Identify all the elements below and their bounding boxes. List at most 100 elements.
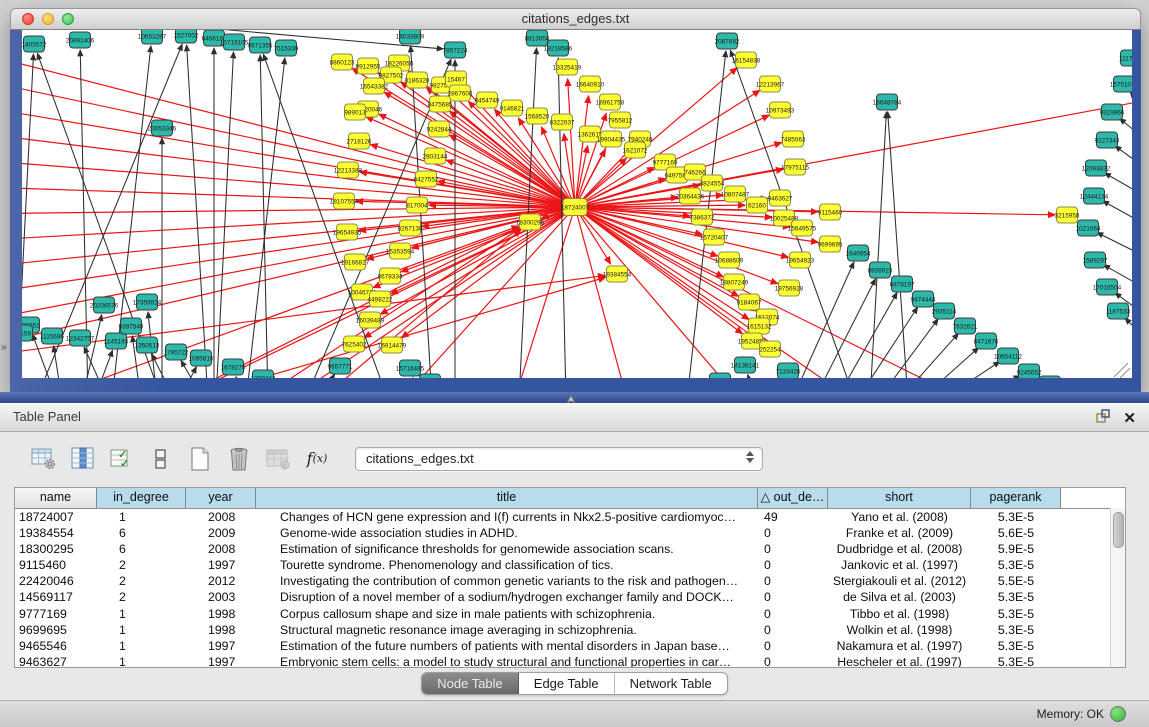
yellow-node[interactable]: 18107554 bbox=[330, 193, 359, 209]
teal-node[interactable]: 10719105 bbox=[220, 34, 249, 50]
teal-node[interactable]: 1350513 bbox=[135, 337, 160, 353]
yellow-node[interactable]: 7955812 bbox=[608, 112, 633, 128]
citation-edge-red[interactable] bbox=[52, 227, 519, 378]
column-header-pagerank[interactable]: pagerank bbox=[971, 488, 1061, 508]
citation-edge-red[interactable] bbox=[575, 207, 788, 257]
scrollbar-thumb[interactable] bbox=[1113, 512, 1124, 548]
citation-edge-black[interactable] bbox=[792, 262, 854, 378]
yellow-node[interactable]: 1568520 bbox=[525, 108, 550, 124]
teal-node[interactable]: 1527002 bbox=[174, 30, 199, 43]
teal-node[interactable]: 2935114 bbox=[932, 303, 957, 319]
yellow-node[interactable]: 15720407 bbox=[700, 229, 729, 245]
teal-node[interactable]: 6879197 bbox=[890, 276, 915, 292]
teal-node[interactable]: 1405572 bbox=[22, 36, 47, 52]
zoom-window-button[interactable] bbox=[62, 13, 74, 25]
citation-edge-black[interactable] bbox=[1120, 118, 1132, 142]
teal-node[interactable]: 1021064 bbox=[1076, 220, 1101, 236]
yellow-node[interactable]: 16154838 bbox=[732, 52, 761, 68]
citation-edge-red[interactable] bbox=[22, 207, 575, 354]
minimize-window-button[interactable] bbox=[42, 13, 54, 25]
new-document-icon[interactable] bbox=[186, 445, 214, 472]
teal-node[interactable]: 9227343 bbox=[1095, 132, 1120, 148]
teal-node[interactable]: 1187533 bbox=[1106, 303, 1131, 319]
teal-node[interactable]: 10654112 bbox=[994, 348, 1022, 364]
teal-node[interactable]: 7515339 bbox=[274, 40, 299, 56]
resize-grip-icon[interactable] bbox=[1114, 363, 1128, 377]
yellow-node[interactable]: 8322037 bbox=[550, 114, 575, 130]
yellow-node[interactable]: 8186328 bbox=[405, 72, 430, 88]
table-row[interactable]: 1456911722003Disruption of a novel membe… bbox=[15, 589, 1125, 605]
citation-edge-black[interactable] bbox=[1105, 173, 1132, 198]
table-row[interactable]: 969969511998Structural magnetic resonanc… bbox=[15, 622, 1125, 638]
yellow-node[interactable]: 4498222 bbox=[368, 291, 393, 307]
teal-node[interactable]: 9397548 bbox=[119, 318, 144, 334]
yellow-node[interactable]: 2867608 bbox=[448, 85, 473, 101]
citation-edge-black[interactable] bbox=[246, 58, 285, 378]
citation-edge-red[interactable] bbox=[22, 207, 575, 214]
tab-edge-table[interactable]: Edge Table bbox=[519, 673, 615, 694]
yellow-node[interactable]: 13325419 bbox=[553, 59, 582, 75]
yellow-node[interactable]: 19654923 bbox=[786, 252, 815, 268]
teal-node[interactable] bbox=[420, 374, 441, 378]
yellow-node[interactable]: 1621072 bbox=[623, 142, 648, 158]
teal-node[interactable]: 1640954 bbox=[846, 245, 871, 261]
table-selector[interactable]: citations_edges.txt bbox=[355, 447, 763, 471]
teal-node[interactable]: 20891406 bbox=[66, 32, 95, 48]
teal-node[interactable]: 9671355 bbox=[248, 37, 273, 53]
yellow-node[interactable]: 16914479 bbox=[378, 337, 407, 353]
import-table-icon[interactable]: ✓ ✓ bbox=[108, 445, 136, 472]
yellow-node[interactable]: 19756928 bbox=[775, 280, 804, 296]
yellow-node[interactable]: 18807249 bbox=[720, 274, 749, 290]
yellow-node[interactable]: 8475685 bbox=[428, 96, 453, 112]
show-column-icon[interactable] bbox=[69, 445, 97, 472]
yellow-node[interactable]: 9699695 bbox=[818, 236, 843, 252]
yellow-node[interactable]: 9115460 bbox=[818, 204, 843, 220]
teal-node[interactable]: 12342757 bbox=[66, 330, 95, 346]
citation-edge-red[interactable] bbox=[22, 158, 575, 207]
yellow-node[interactable]: 9242844 bbox=[427, 121, 452, 137]
column-header-short[interactable]: short bbox=[828, 488, 971, 508]
teal-node[interactable]: 17359924 bbox=[133, 294, 162, 310]
teal-node[interactable] bbox=[710, 373, 731, 378]
yellow-node[interactable]: 12213967 bbox=[756, 76, 785, 92]
citation-network-canvas[interactable]: 1405572208914061065328715270026466161107… bbox=[22, 30, 1132, 378]
teal-node[interactable]: 39159 bbox=[22, 325, 33, 341]
yellow-node[interactable]: 12213383 bbox=[334, 162, 363, 178]
yellow-node[interactable]: 19654935 bbox=[333, 224, 362, 240]
teal-node[interactable]: 16033809 bbox=[396, 30, 425, 44]
teal-node[interactable]: 10653287 bbox=[138, 30, 167, 44]
yellow-node[interactable]: 62160 bbox=[747, 197, 768, 213]
yellow-node[interactable]: 16640910 bbox=[576, 76, 605, 92]
yellow-node[interactable]: 8912955 bbox=[356, 58, 381, 74]
delete-icon[interactable] bbox=[225, 445, 253, 472]
citation-edge-black[interactable] bbox=[1103, 201, 1132, 226]
yellow-node[interactable]: 7485063 bbox=[781, 131, 806, 147]
table-row[interactable]: 911546021997Tourette syndrome. Phenomeno… bbox=[15, 557, 1125, 573]
teal-node[interactable]: 1115686 bbox=[40, 328, 64, 344]
column-header-name[interactable]: name bbox=[15, 488, 97, 508]
teal-node[interactable]: 1117263 bbox=[1119, 50, 1132, 66]
yellow-node[interactable]: 2718126 bbox=[347, 133, 372, 149]
teal-node[interactable]: 9657771 bbox=[328, 358, 353, 374]
citation-edge-black[interactable] bbox=[878, 319, 938, 378]
column-header-in-degree[interactable]: in_degree bbox=[97, 488, 186, 508]
yellow-node[interactable]: 19904435 bbox=[597, 131, 626, 147]
citation-edge-black[interactable] bbox=[216, 52, 233, 378]
yellow-node[interactable]: 9184067 bbox=[737, 294, 762, 310]
teal-node[interactable]: 1292344 bbox=[251, 370, 276, 378]
teal-node[interactable]: 16648784 bbox=[873, 94, 902, 110]
yellow-node[interactable]: 8678334 bbox=[378, 268, 403, 284]
teal-node[interactable]: 15751074 bbox=[1110, 76, 1132, 92]
yellow-node[interactable]: 8454749 bbox=[475, 92, 500, 108]
teal-node[interactable]: 9245652 bbox=[1017, 364, 1042, 378]
yellow-node[interactable]: 16039489 bbox=[356, 312, 385, 328]
panel-collapse-arrow[interactable]: » bbox=[1, 342, 7, 353]
citation-edge-black[interactable] bbox=[748, 375, 755, 378]
function-builder-icon[interactable]: f(x) bbox=[303, 445, 331, 472]
yellow-node[interactable]: 7386372 bbox=[690, 209, 715, 225]
close-window-button[interactable] bbox=[22, 13, 34, 25]
citation-edge-black[interactable] bbox=[1115, 146, 1132, 170]
tab-node-table[interactable]: Node Table bbox=[422, 673, 519, 694]
teal-node[interactable]: 15716485 bbox=[396, 360, 425, 376]
yellow-node[interactable]: 16961758 bbox=[596, 94, 625, 110]
